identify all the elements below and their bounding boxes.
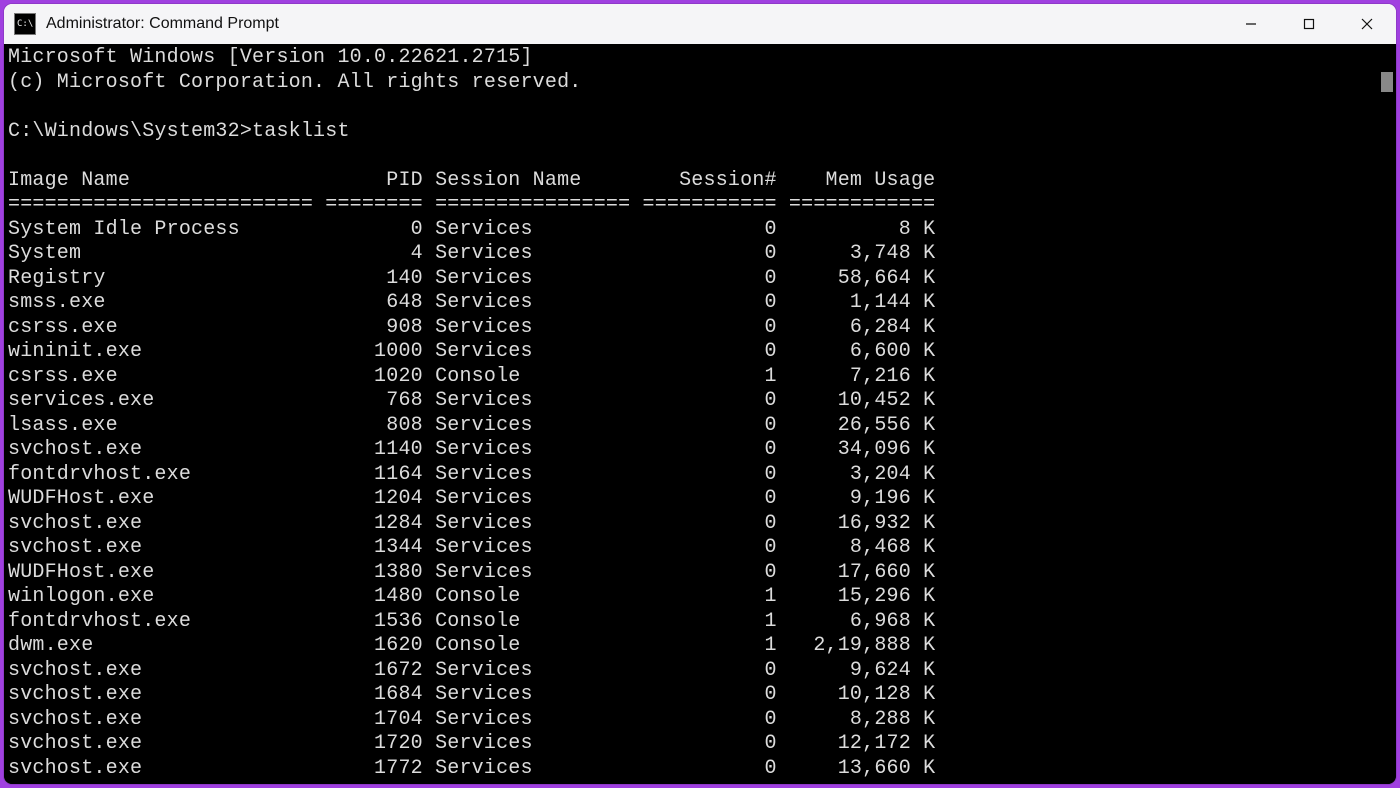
scroll-thumb[interactable] bbox=[1381, 72, 1393, 92]
terminal-area: Microsoft Windows [Version 10.0.22621.27… bbox=[4, 44, 1396, 784]
titlebar[interactable]: Administrator: Command Prompt bbox=[4, 4, 1396, 44]
close-icon bbox=[1361, 18, 1373, 30]
window-controls bbox=[1222, 4, 1396, 44]
scrollbar[interactable] bbox=[1378, 44, 1396, 784]
terminal-output[interactable]: Microsoft Windows [Version 10.0.22621.27… bbox=[4, 44, 1378, 784]
maximize-icon bbox=[1303, 18, 1315, 30]
minimize-icon bbox=[1245, 18, 1257, 30]
minimize-button[interactable] bbox=[1222, 4, 1280, 44]
cmd-app-icon bbox=[14, 13, 36, 35]
command-prompt-window: Administrator: Command Prompt Microsoft … bbox=[4, 4, 1396, 784]
close-button[interactable] bbox=[1338, 4, 1396, 44]
window-title: Administrator: Command Prompt bbox=[46, 15, 279, 33]
maximize-button[interactable] bbox=[1280, 4, 1338, 44]
